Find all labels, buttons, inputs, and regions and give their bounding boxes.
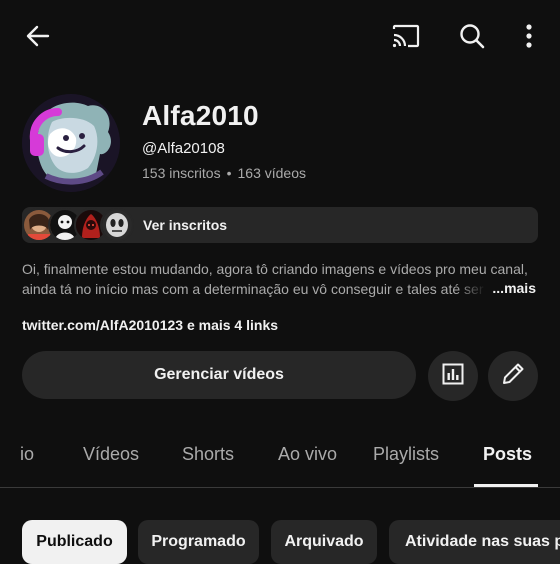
tab-home-partial[interactable]: io <box>20 444 34 465</box>
channel-links[interactable]: twitter.com/AlfA2010123 e mais 4 links <box>22 317 278 333</box>
cast-icon <box>391 23 421 54</box>
analytics-button[interactable] <box>428 351 478 401</box>
subscriber-count: 153 inscritos <box>142 165 221 181</box>
description-line-1: Oi, finalmente estou mudando, agora tô c… <box>22 261 528 277</box>
chip-scheduled[interactable]: Programado <box>138 520 259 564</box>
chip-archived[interactable]: Arquivado <box>271 520 377 564</box>
arrow-left-icon <box>24 22 52 55</box>
chip-published[interactable]: Publicado <box>22 520 127 564</box>
search-icon <box>458 22 486 55</box>
edit-channel-button[interactable] <box>488 351 538 401</box>
analytics-icon <box>441 362 465 391</box>
video-count: 163 vídeos <box>237 165 307 181</box>
view-subscribers-label[interactable]: Ver inscritos <box>143 217 227 233</box>
description-more-link[interactable]: ...mais <box>456 280 536 296</box>
search-button[interactable] <box>452 18 492 58</box>
tab-shorts[interactable]: Shorts <box>182 444 234 465</box>
subscriber-avatar <box>100 208 134 242</box>
back-button[interactable] <box>18 18 58 58</box>
channel-name: Alfa2010 <box>142 100 259 131</box>
stats-separator: • <box>226 165 232 181</box>
cast-button[interactable] <box>386 18 426 58</box>
channel-handle: @Alfa20108 <box>142 140 225 157</box>
tabs-divider <box>0 487 560 488</box>
chip-activity[interactable]: Atividade nas suas po <box>389 520 560 564</box>
more-options-button[interactable] <box>512 18 546 58</box>
tab-posts[interactable]: Posts <box>483 444 532 465</box>
tab-playlists[interactable]: Playlists <box>373 444 439 465</box>
channel-avatar[interactable] <box>22 94 120 192</box>
tab-videos[interactable]: Vídeos <box>83 444 139 465</box>
channel-stats: 153 inscritos • 163 vídeos <box>142 165 306 181</box>
more-vertical-icon <box>525 23 533 54</box>
edit-pencil-icon <box>500 361 526 392</box>
tab-live[interactable]: Ao vivo <box>278 444 337 465</box>
manage-videos-button[interactable]: Gerenciar vídeos <box>22 351 416 399</box>
